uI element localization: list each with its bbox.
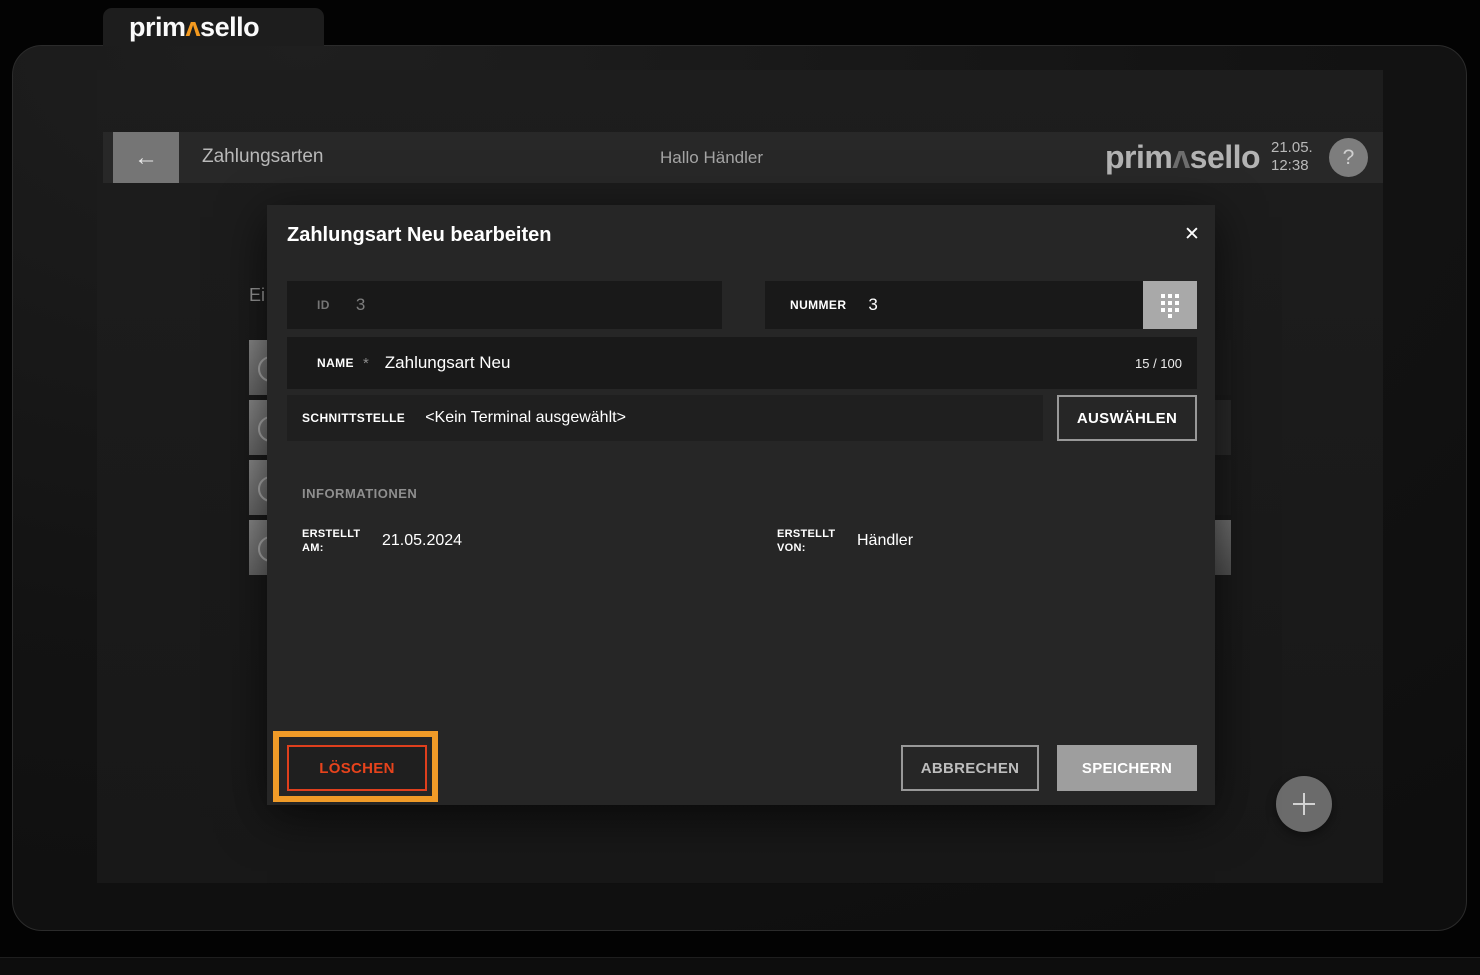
primasello-logo: primʌsello	[1105, 139, 1261, 175]
keypad-icon	[1161, 294, 1179, 318]
created-by-group: ERSTELLT VON: Händler	[777, 527, 913, 555]
schnittstelle-value: <Kein Terminal ausgewählt>	[425, 409, 626, 426]
created-at-label: ERSTELLT AM:	[302, 528, 361, 554]
page-title: Zahlungsarten	[202, 146, 324, 167]
logo-caret-icon: ʌ	[1172, 139, 1190, 175]
required-asterisk: *	[362, 354, 369, 372]
auswaehlen-button[interactable]: AUSWÄHLEN	[1057, 395, 1197, 441]
nummer-field[interactable]: NUMMER 3	[765, 281, 1143, 329]
add-button[interactable]	[1276, 776, 1332, 832]
primasello-logo: primʌsello	[129, 11, 260, 42]
plus-icon	[1293, 793, 1315, 815]
device-stand	[0, 957, 1480, 975]
name-field[interactable]: NAME * Zahlungsart Neu 15 / 100	[287, 337, 1197, 389]
time-text: 12:38	[1271, 157, 1309, 174]
id-value: 3	[355, 295, 366, 314]
close-icon: ✕	[1184, 223, 1200, 245]
dialog-title: Zahlungsart Neu bearbeiten	[287, 224, 552, 246]
name-value: Zahlungsart Neu	[384, 353, 511, 372]
id-label: ID	[317, 298, 330, 312]
app-tab[interactable]: primʌsello	[103, 8, 324, 46]
close-button[interactable]: ✕	[1179, 221, 1205, 247]
schnittstelle-field: SCHNITTSTELLE <Kein Terminal ausgewählt>	[287, 395, 1043, 441]
nummer-label: NUMMER	[790, 298, 847, 312]
schnittstelle-label: SCHNITTSTELLE	[302, 411, 406, 425]
header-bar: ← Zahlungsarten Hallo Händler primʌsello…	[103, 132, 1383, 183]
edit-payment-type-dialog: Zahlungsart Neu bearbeiten ✕ ID 3 NUMMER…	[267, 205, 1215, 805]
created-at-group: ERSTELLT AM: 21.05.2024	[302, 527, 462, 555]
created-by-label: ERSTELLT VON:	[777, 528, 836, 554]
id-field: ID 3	[287, 281, 722, 329]
back-button[interactable]: ←	[113, 132, 179, 183]
created-at-value: 21.05.2024	[382, 532, 463, 549]
logo-caret-icon: ʌ	[185, 11, 201, 42]
user-greeting: Hallo Händler	[660, 148, 763, 167]
speichern-button[interactable]: SPEICHERN	[1057, 745, 1197, 791]
numpad-button[interactable]	[1143, 281, 1197, 329]
date-text: 21.05.	[1271, 139, 1313, 156]
char-counter: 15 / 100	[1135, 355, 1182, 371]
abbrechen-button[interactable]: ABBRECHEN	[901, 745, 1039, 791]
back-arrow-icon: ←	[134, 143, 158, 171]
informationen-heading: INFORMATIONEN	[302, 486, 418, 501]
nummer-value: 3	[868, 295, 878, 314]
created-by-value: Händler	[857, 532, 914, 549]
click-target-highlight	[273, 731, 438, 802]
datetime-display: 21.05. 12:38	[1271, 139, 1313, 175]
help-button[interactable]: ?	[1329, 138, 1368, 177]
question-mark-icon: ?	[1342, 145, 1355, 169]
name-label: NAME	[317, 356, 354, 370]
background-section-label: Ei	[249, 285, 266, 305]
